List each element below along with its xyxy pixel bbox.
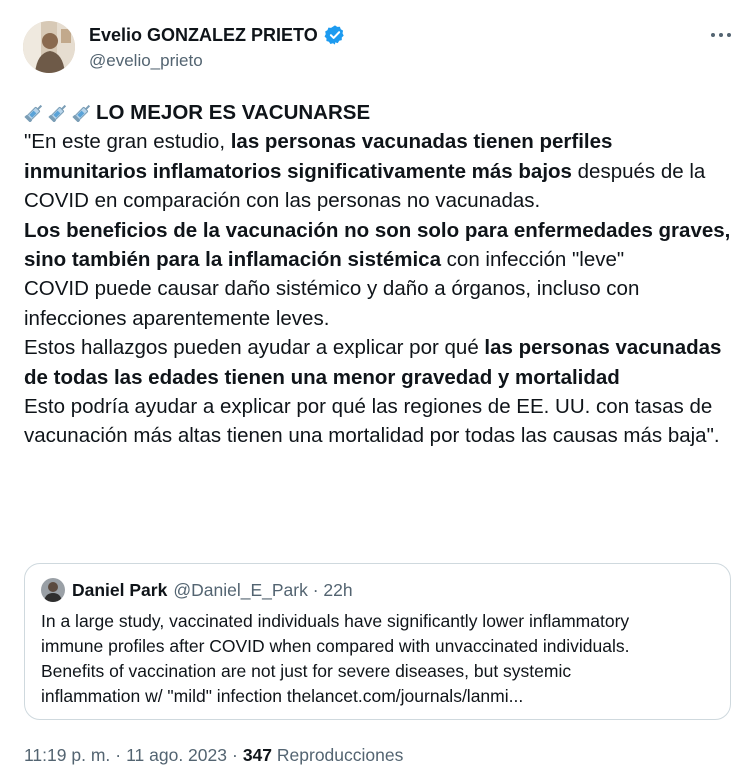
- syringe-icon: [24, 101, 46, 123]
- tweet-title: LO MEJOR ES VACUNARSE: [96, 101, 371, 124]
- quoted-text-line: inflammation w/ "mild" infection thelanc…: [41, 686, 524, 706]
- quoted-author-avatar[interactable]: [41, 578, 65, 602]
- tweet-time[interactable]: 11:19 p. m.: [24, 745, 110, 765]
- author-display-name[interactable]: Evelio GONZALEZ PRIETO: [89, 24, 346, 46]
- quoted-text-line: immune profiles after COVID when compare…: [41, 636, 630, 656]
- quoted-tweet-card[interactable]: Daniel Park @Daniel_E_Park · 22h In a lar…: [24, 563, 731, 720]
- author-handle[interactable]: @evelio_prieto: [89, 51, 203, 71]
- tweet-paragraph-4: Estos hallazgos pueden ayudar a explicar…: [24, 333, 734, 392]
- tweet-title-line: LO MEJOR ES VACUNARSE: [24, 98, 734, 127]
- tweet-date[interactable]: 11 ago. 2023: [126, 745, 227, 765]
- quoted-separator: ·: [312, 580, 319, 600]
- meta-separator: ·: [231, 745, 238, 765]
- more-horizontal-icon[interactable]: [706, 24, 736, 46]
- tweet-paragraph-2: Los beneficios de la vacunación no son s…: [24, 216, 734, 275]
- tweet-meta: 11:19 p. m. · 11 ago. 2023 · 347 Reproduccio…: [24, 744, 403, 766]
- quoted-text-line: Benefits of vaccination are not just for…: [41, 661, 572, 681]
- quoted-text: In a large study, vaccinated individuals…: [41, 609, 721, 709]
- quoted-author-handle[interactable]: @Daniel_E_Park: [173, 580, 308, 600]
- meta-separator: ·: [115, 745, 122, 765]
- quoted-header: Daniel Park @Daniel_E_Park · 22h: [72, 579, 353, 601]
- author-name-text[interactable]: Evelio GONZALEZ PRIETO: [89, 24, 318, 46]
- tweet-body: LO MEJOR ES VACUNARSE "En este gran estu…: [24, 98, 734, 451]
- tweet-paragraph-3: COVID puede causar daño sistémico y daño…: [24, 277, 640, 330]
- p2-text-bold: Los beneficios de la vacunación no son s…: [24, 218, 731, 272]
- tweet: Evelio GONZALEZ PRIETO @evelio_prieto LO…: [0, 0, 752, 780]
- quoted-text-line: In a large study, vaccinated individuals…: [41, 611, 630, 631]
- verified-badge-icon: [324, 24, 346, 46]
- quoted-time[interactable]: 22h: [323, 580, 352, 600]
- tweet-paragraph-1: "En este gran estudio, las personas vacu…: [24, 127, 734, 215]
- p2-text-b: con infección "leve": [440, 248, 625, 272]
- views-count: 347: [242, 745, 273, 765]
- author-avatar[interactable]: [23, 21, 75, 73]
- p4-text-a: Estos hallazgos pueden ayudar a explicar…: [24, 336, 485, 360]
- quoted-author-name[interactable]: Daniel Park: [72, 580, 167, 600]
- syringe-icon: [48, 101, 70, 123]
- views-label: Reproducciones: [276, 745, 404, 765]
- syringe-icon: [72, 101, 94, 123]
- p1-text-a: "En este gran estudio,: [24, 130, 231, 154]
- tweet-paragraph-5: Esto podría ayudar a explicar por qué la…: [24, 395, 720, 448]
